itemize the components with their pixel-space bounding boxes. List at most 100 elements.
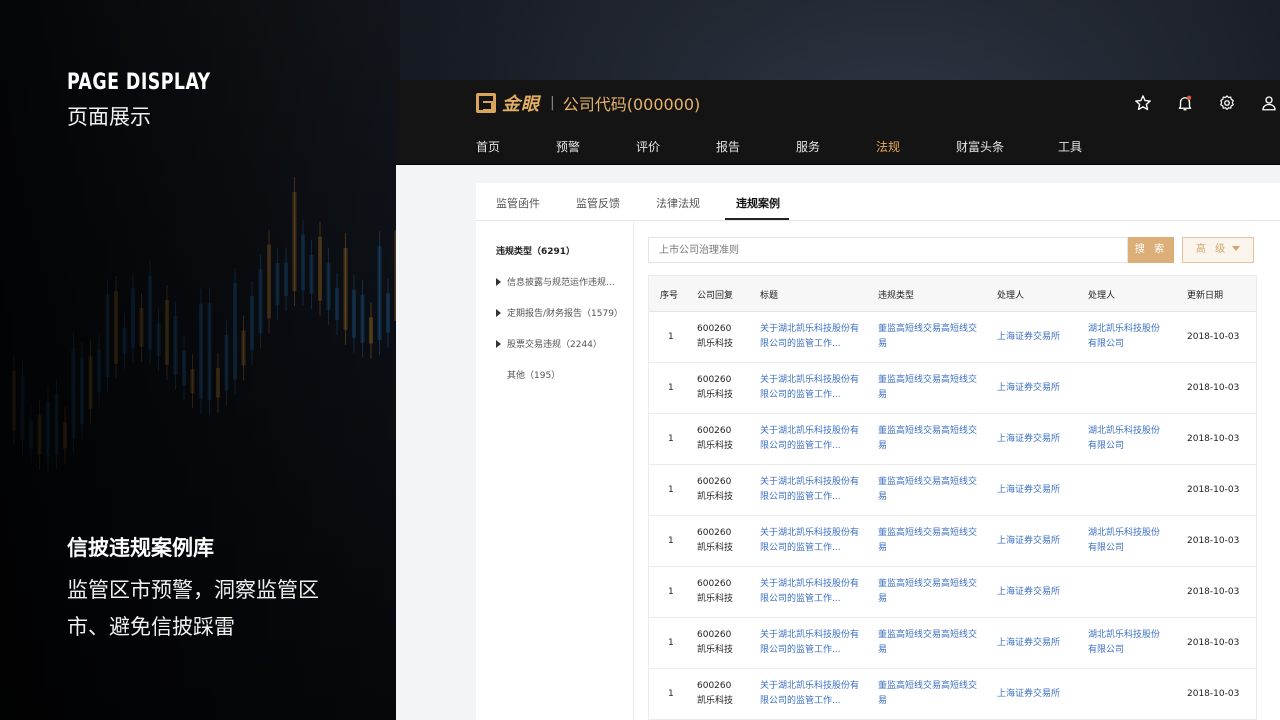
handler-org-link[interactable]: 上海证券交易所 [997,585,1060,600]
gear-icon[interactable] [1216,92,1238,114]
table-row[interactable]: 1 600260 凯乐科技 关于湖北凯乐科技股份有限公司的监管工作... 董监高短线交易… [649,669,1256,720]
nav-home[interactable]: 首页 [476,138,500,155]
company-reply: 600260 凯乐科技 [697,322,747,352]
violation-type-link[interactable]: 董监高短线交易高短线交易 [878,373,978,403]
row-number: 1 [668,638,674,648]
table-row[interactable]: 1 600260 凯乐科技 关于湖北凯乐科技股份有限公司的监管工作... 董监高短线交易… [649,312,1256,363]
violation-type-link[interactable]: 董监高短线交易高短线交易 [878,526,978,556]
nav-report[interactable]: 报告 [716,138,740,155]
case-title-link[interactable]: 关于湖北凯乐科技股份有限公司的监管工作... [760,424,860,454]
table-header: 序号 公司回复 标题 违规类型 处理人 处理人 更新日期 [649,276,1256,312]
violation-type-link[interactable]: 董监高短线交易高短线交易 [878,475,978,505]
sidebar-item-periodic-report[interactable]: 定期报告/财务报告（1579） [496,306,623,319]
violation-type-link[interactable]: 董监高短线交易高短线交易 [878,424,978,454]
sidebar-item-stock-trading[interactable]: 股票交易违规（2244） [496,337,602,350]
col-header-reply: 公司回复 [697,291,734,301]
violation-type-link[interactable]: 董监高短线交易高短线交易 [878,679,978,709]
handler-person-link[interactable]: 湖北凯乐科技股份有限公司 [1088,424,1168,454]
update-date: 2018-10-03 [1187,383,1240,393]
search-input[interactable] [648,237,1128,263]
table-row[interactable]: 1 600260 凯乐科技 关于湖北凯乐科技股份有限公司的监管工作... 董监高短线交易… [649,618,1256,669]
nav-tools[interactable]: 工具 [1058,138,1082,155]
nav-service[interactable]: 服务 [796,138,820,155]
tab-regulatory-feedback[interactable]: 监管反馈 [576,195,620,211]
sub-tabs: 监管函件 监管反馈 法律法规 违规案例 [476,183,1280,221]
update-date: 2018-10-03 [1187,485,1240,495]
sidebar-item-disclosure[interactable]: 信息披露与规范运作违规... [496,275,615,288]
tab-violation-cases[interactable]: 违规案例 [736,195,780,211]
col-header-no: 序号 [660,291,679,301]
handler-org-link[interactable]: 上海证券交易所 [997,534,1060,549]
company-code: 600260 [697,324,732,334]
row-number: 1 [668,689,674,699]
nav-regulations[interactable]: 法规 [876,138,900,155]
col-header-handler: 处理人 [997,291,1025,301]
bell-icon[interactable] [1174,92,1196,114]
table-row[interactable]: 1 600260 凯乐科技 关于湖北凯乐科技股份有限公司的监管工作... 董监高短线交易… [649,516,1256,567]
search-button[interactable]: 搜 索 [1128,237,1174,263]
tab-laws[interactable]: 法律法规 [656,195,700,211]
sidebar-item-label: 股票交易违规（2244） [507,340,602,350]
row-number: 1 [668,383,674,393]
caret-down-icon [1232,246,1241,251]
caret-right-icon [496,308,501,317]
update-date: 2018-10-03 [1187,689,1240,699]
company-reply: 600260 凯乐科技 [697,577,747,607]
table-row[interactable]: 1 600260 凯乐科技 关于湖北凯乐科技股份有限公司的监管工作... 董监高短线交易… [649,567,1256,618]
company-reply: 600260 凯乐科技 [697,424,747,454]
page-display-title: PAGE DISPLAY [67,70,211,95]
table-body: 1 600260 凯乐科技 关于湖北凯乐科技股份有限公司的监管工作... 董监高短线交易… [649,312,1256,720]
row-number: 1 [668,587,674,597]
handler-org-link[interactable]: 上海证券交易所 [997,330,1060,345]
handler-org-link[interactable]: 上海证券交易所 [997,636,1060,651]
company-reply: 600260 凯乐科技 [697,679,747,709]
update-date: 2018-10-03 [1187,536,1240,546]
company-name: 凯乐科技 [697,492,734,502]
company-name: 凯乐科技 [697,441,734,451]
page-display-heading: PAGE DISPLAY 页面展示 [67,70,230,131]
company-name: 凯乐科技 [697,339,734,349]
violation-type-link[interactable]: 董监高短线交易高短线交易 [878,628,978,658]
content-panel: 监管函件 监管反馈 法律法规 违规案例 违规类型（6291） 信息披露与规范运作… [476,183,1280,720]
nav-evaluation[interactable]: 评价 [636,138,660,155]
brand[interactable]: 金眼 | 公司代码(000000) [476,90,700,116]
update-date: 2018-10-03 [1187,434,1240,444]
tab-regulatory-letters[interactable]: 监管函件 [496,195,540,211]
violation-type-link[interactable]: 董监高短线交易高短线交易 [878,322,978,352]
case-title-link[interactable]: 关于湖北凯乐科技股份有限公司的监管工作... [760,577,860,607]
feature-description: 信披违规案例库 监管区市预警，洞察监管区市、避免信披踩雷 [67,532,347,646]
case-title-link[interactable]: 关于湖北凯乐科技股份有限公司的监管工作... [760,628,860,658]
table-row[interactable]: 1 600260 凯乐科技 关于湖北凯乐科技股份有限公司的监管工作... 董监高短线交易… [649,465,1256,516]
update-date: 2018-10-03 [1187,332,1240,342]
case-title-link[interactable]: 关于湖北凯乐科技股份有限公司的监管工作... [760,322,860,352]
company-code: 600260 [697,477,732,487]
table-row[interactable]: 1 600260 凯乐科技 关于湖北凯乐科技股份有限公司的监管工作... 董监高短线交易… [649,414,1256,465]
sidebar-item-other[interactable]: 其他（195） [496,368,560,381]
sidebar-item-label: 定期报告/财务报告（1579） [507,309,623,319]
col-header-title: 标题 [760,291,779,301]
company-code: 600260 [697,630,732,640]
case-title-link[interactable]: 关于湖北凯乐科技股份有限公司的监管工作... [760,475,860,505]
user-icon[interactable] [1258,92,1280,114]
case-title-link[interactable]: 关于湖北凯乐科技股份有限公司的监管工作... [760,373,860,403]
table-row[interactable]: 1 600260 凯乐科技 关于湖北凯乐科技股份有限公司的监管工作... 董监高短线交易… [649,363,1256,414]
handler-org-link[interactable]: 上海证券交易所 [997,483,1060,498]
company-code: 600260 [697,681,732,691]
handler-org-link[interactable]: 上海证券交易所 [997,381,1060,396]
case-title-link[interactable]: 关于湖北凯乐科技股份有限公司的监管工作... [760,679,860,709]
star-icon[interactable] [1132,92,1154,114]
case-title-link[interactable]: 关于湖北凯乐科技股份有限公司的监管工作... [760,526,860,556]
handler-person-link[interactable]: 湖北凯乐科技股份有限公司 [1088,322,1168,352]
advanced-label: 高 级 [1195,244,1229,255]
advanced-search-button[interactable]: 高 级 [1182,237,1254,263]
handler-org-link[interactable]: 上海证券交易所 [997,432,1060,447]
violation-type-link[interactable]: 董监高短线交易高短线交易 [878,577,978,607]
sidebar-item-label: 信息披露与规范运作违规... [507,278,615,288]
handler-person-link[interactable]: 湖北凯乐科技股份有限公司 [1088,628,1168,658]
col-header-date: 更新日期 [1187,291,1224,301]
handler-person-link[interactable]: 湖北凯乐科技股份有限公司 [1088,526,1168,556]
handler-org-link[interactable]: 上海证券交易所 [997,687,1060,702]
nav-warning[interactable]: 预警 [556,138,580,155]
nav-wealth-headlines[interactable]: 财富头条 [956,138,1004,155]
row-number: 1 [668,434,674,444]
